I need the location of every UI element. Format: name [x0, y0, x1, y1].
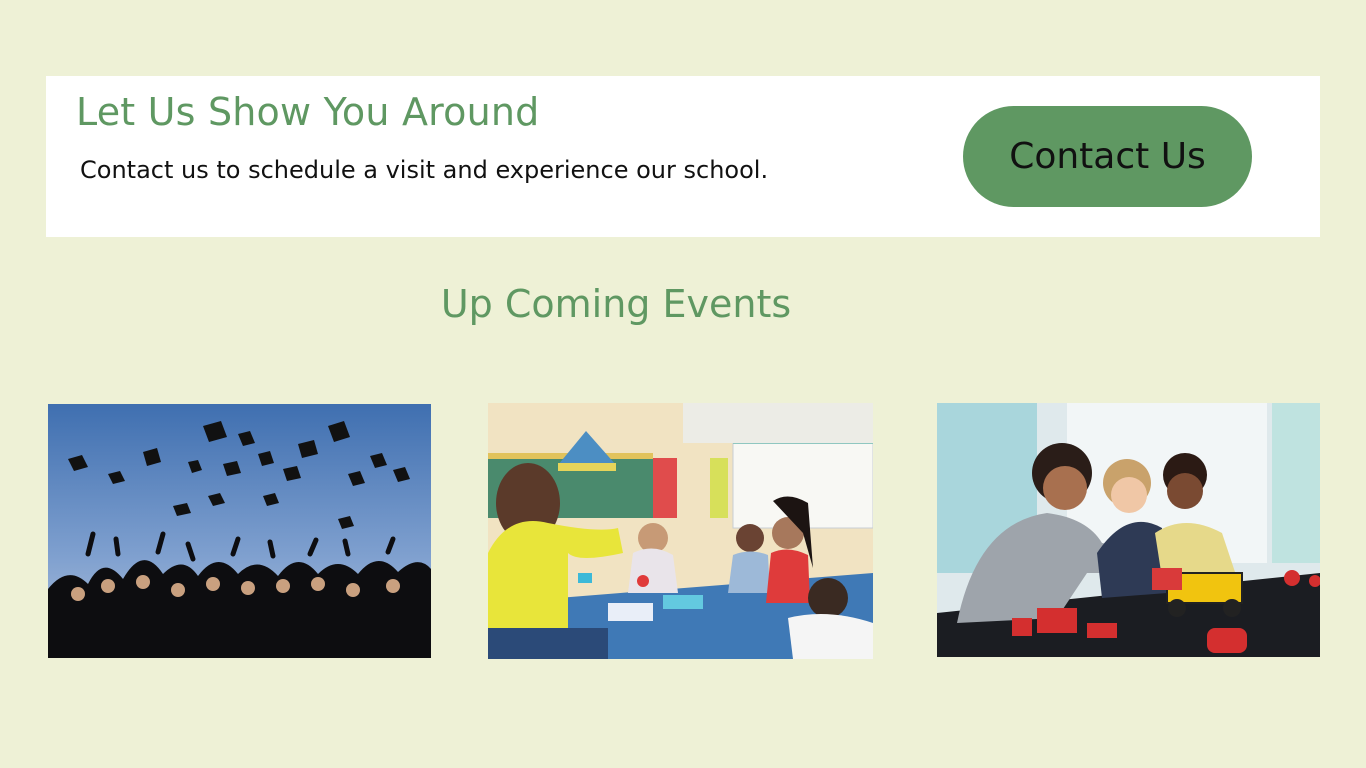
visit-banner: Let Us Show You Around Contact us to sch…: [46, 76, 1320, 237]
banner-subtitle: Contact us to schedule a visit and exper…: [80, 156, 769, 184]
event-card-classroom[interactable]: [488, 403, 873, 659]
event-card-robotics[interactable]: [937, 403, 1320, 657]
graduation-caps-photo: [48, 404, 431, 658]
robotics-students-photo: [937, 403, 1320, 657]
contact-us-button[interactable]: Contact Us: [963, 106, 1252, 207]
classroom-high-five-photo: [488, 403, 873, 659]
page: Let Us Show You Around Contact us to sch…: [0, 0, 1366, 768]
event-card-graduation[interactable]: [48, 404, 431, 658]
banner-title: Let Us Show You Around: [76, 90, 540, 134]
upcoming-events-heading: Up Coming Events: [440, 282, 792, 326]
